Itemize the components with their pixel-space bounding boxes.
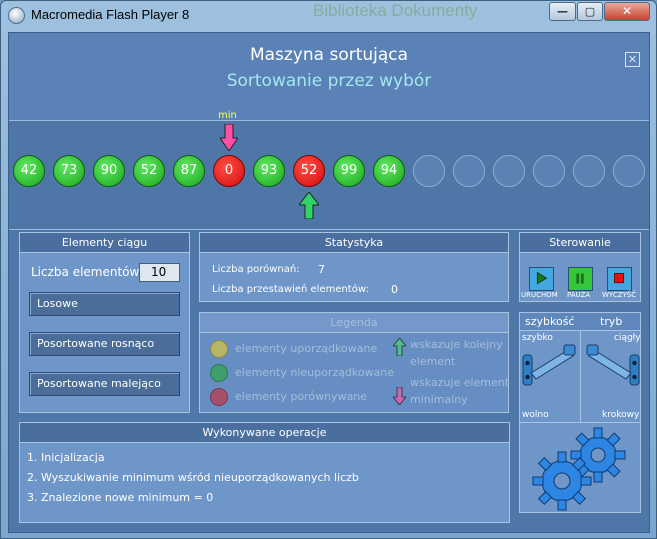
close-window-button[interactable]: ✕ [604, 2, 650, 21]
next-arrow-legend-icon [393, 338, 406, 356]
speed-fast-label: szybko [522, 333, 553, 343]
element-count-label: Liczba elementów [31, 265, 140, 279]
pause-button[interactable] [568, 267, 593, 291]
flash-content: Maszyna sortująca Sortowanie przez wybór… [8, 32, 650, 533]
header: Maszyna sortująca Sortowanie przez wybór… [9, 33, 649, 121]
page-subtitle: Sortowanie przez wybór [226, 71, 432, 91]
run-label: URUCHOM [521, 291, 558, 299]
ordered-legend-label: elementy uporządkowane [235, 342, 378, 355]
pause-icon [576, 273, 584, 284]
min-arrow-icon [220, 124, 238, 151]
min-arrow-legend-line2: minimalny [410, 393, 468, 406]
unordered-legend-label: elementy nieuporządkowane [235, 366, 395, 379]
compared-legend-label: elementy porównywane [235, 390, 368, 403]
sorted-descending-button[interactable]: Posortowane malejąco [29, 372, 180, 396]
number-ball: 90 [93, 155, 125, 187]
statistics-panel: Statystyka Liczba porównań: 7 Liczba prz… [199, 232, 509, 302]
compared-legend-dot [210, 388, 228, 406]
next-element-arrow-icon [299, 192, 319, 219]
min-arrow-legend-icon [393, 387, 406, 405]
swaps-value: 0 [391, 283, 398, 296]
operation-line-1: 1. Inicjalizacja [27, 451, 105, 464]
elements-panel-title: Elementy ciągu [20, 233, 189, 253]
gears-panel [519, 422, 641, 513]
control-panel: Sterowanie URUCHOM PAUZA WYCZYŚĆ [519, 232, 641, 302]
pause-label: PAUZA [567, 291, 591, 299]
number-ball: 87 [173, 155, 205, 187]
empty-slot [413, 155, 445, 187]
sorted-ascending-button[interactable]: Posortowane rosnąco [29, 332, 180, 356]
minimize-button[interactable]: — [549, 2, 576, 21]
number-ball: 42 [13, 155, 45, 187]
number-ball: 99 [333, 155, 365, 187]
mode-lever[interactable] [584, 343, 640, 393]
operation-line-2: 2. Wyszukiwanie minimum wśród nieuporząd… [27, 471, 359, 484]
number-ball: 93 [253, 155, 285, 187]
next-arrow-legend-line1: wskazuje kolejny [410, 338, 503, 351]
mode-step-label: krokowy [602, 410, 640, 420]
number-ball: 73 [53, 155, 85, 187]
statistics-panel-title: Statystyka [200, 233, 508, 253]
legend-panel-title: Legenda [200, 313, 508, 333]
number-ball: 52 [133, 155, 165, 187]
maximize-button[interactable]: ▢ [577, 2, 603, 21]
comparisons-label: Liczba porównań: [212, 264, 300, 275]
number-ball: 0 [213, 155, 245, 187]
speed-lever[interactable] [522, 343, 578, 393]
operations-panel: Wykonywane operacje 1. Inicjalizacja 2. … [19, 422, 510, 523]
clear-button[interactable] [607, 267, 632, 291]
close-app-button[interactable]: ✕ [625, 52, 640, 67]
empty-slot [453, 155, 485, 187]
background-window-title: Biblioteka Dokumenty [313, 1, 478, 20]
empty-slot [493, 155, 525, 187]
empty-slot [533, 155, 565, 187]
elements-panel: Elementy ciągu Liczba elementów 10 Losow… [19, 232, 190, 413]
speed-mode-panel: szybkość tryb szybko ciągły wolno krokow… [519, 312, 641, 423]
window-title: Macromedia Flash Player 8 [31, 7, 190, 22]
stop-icon [614, 273, 625, 284]
empty-slot [573, 155, 605, 187]
flash-player-window: Macromedia Flash Player 8 Biblioteka Dok… [0, 0, 657, 539]
clear-label: WYCZYŚĆ [602, 291, 637, 299]
number-ball: 52 [293, 155, 325, 187]
operation-line-3: 3. Znalezione nowe minimum = 0 [27, 491, 214, 504]
mode-continuous-label: ciągły [614, 333, 641, 343]
number-ball: 94 [373, 155, 405, 187]
speed-mode-header: szybkość tryb [520, 313, 640, 331]
min-label: min [218, 110, 237, 121]
speed-title: szybkość [525, 315, 575, 328]
title-bar: Macromedia Flash Player 8 Biblioteka Dok… [1, 1, 656, 31]
legend-panel: Legenda elementy uporządkowane elementy … [199, 312, 509, 413]
play-icon [536, 271, 548, 285]
unordered-legend-dot [210, 364, 228, 382]
operations-panel-title: Wykonywane operacje [20, 423, 509, 443]
gears-icon [532, 427, 626, 511]
mode-title: tryb [600, 315, 623, 328]
next-arrow-legend-line2: element [410, 355, 456, 368]
speed-slow-label: wolno [522, 410, 549, 420]
ordered-legend-dot [210, 340, 228, 358]
element-count-input[interactable]: 10 [139, 263, 180, 282]
swaps-label: Liczba przestawień elementów: [212, 284, 369, 295]
random-button[interactable]: Losowe [29, 292, 180, 316]
page-title: Maszyna sortująca [249, 45, 409, 65]
sorting-area: min 42 73 90 52 87 0 93 52 99 94 [9, 110, 649, 230]
min-arrow-legend-line1: wskazuje element [410, 376, 510, 389]
run-button[interactable] [529, 267, 554, 291]
comparisons-value: 7 [318, 263, 325, 276]
flash-player-icon [8, 7, 25, 24]
control-panel-title: Sterowanie [520, 233, 640, 253]
empty-slot [613, 155, 645, 187]
